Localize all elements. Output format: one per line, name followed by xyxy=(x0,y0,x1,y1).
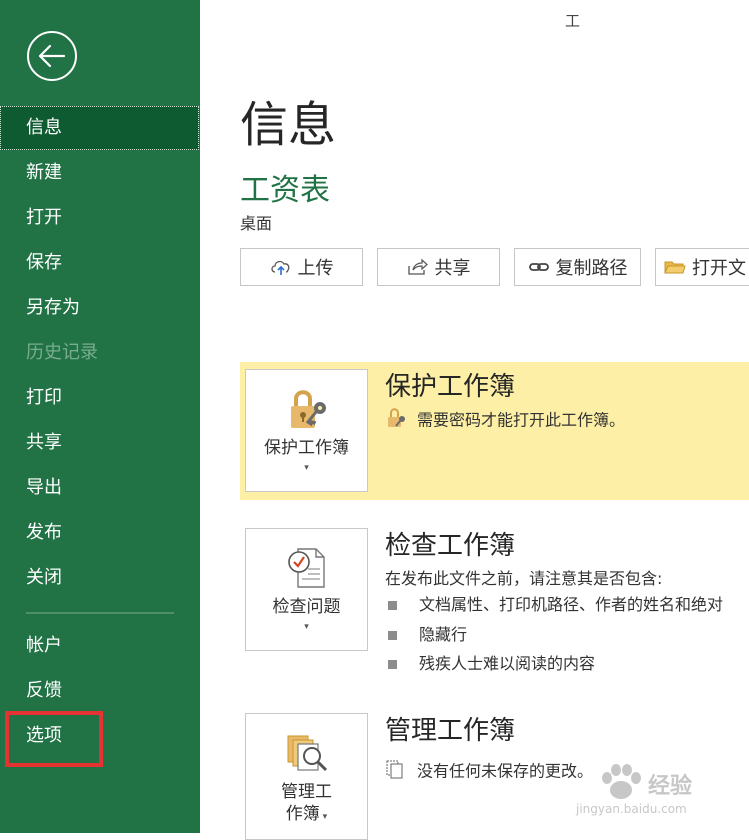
inspect-document-icon xyxy=(284,544,330,592)
sidebar-item-new[interactable]: 新建 xyxy=(0,151,200,195)
back-button[interactable] xyxy=(27,31,77,81)
watermark-subtext: jingyan.baidu.com xyxy=(576,802,687,816)
open-folder-label: 打开文 xyxy=(692,258,746,279)
sidebar-item-close[interactable]: 关闭 xyxy=(0,556,200,600)
protect-workbook-description: 需要密码才能打开此工作簿。 xyxy=(385,407,625,435)
sidebar-item-print[interactable]: 打印 xyxy=(0,376,200,420)
watermark-text: 经验 xyxy=(648,774,693,799)
sidebar-item-info[interactable]: 信息 xyxy=(0,106,199,150)
list-item: 残疾人士难以阅读的内容 xyxy=(388,653,595,675)
sidebar-item-publish[interactable]: 发布 xyxy=(0,511,200,555)
link-icon xyxy=(528,258,550,276)
options-highlight-box xyxy=(5,711,103,767)
list-item-text: 残疾人士难以阅读的内容 xyxy=(419,654,596,673)
sidebar-divider xyxy=(26,612,174,614)
file-location: 桌面 xyxy=(240,214,273,233)
paw-logo-icon xyxy=(602,764,641,799)
sidebar-item-open[interactable]: 打开 xyxy=(0,196,200,240)
list-item-text: 隐藏行 xyxy=(419,625,468,644)
list-item-text: 文档属性、打印机路径、作者的姓名和绝对 xyxy=(419,595,724,614)
manage-workbook-title: 管理工作簿 xyxy=(385,716,516,746)
bullet-icon xyxy=(388,631,397,640)
copy-path-button[interactable]: 复制路径 xyxy=(514,248,641,286)
page-title: 信息 xyxy=(240,97,337,153)
manage-label-line2: 作簿 xyxy=(285,804,320,824)
chevron-down-icon: ▾ xyxy=(304,622,309,632)
share-label: 共享 xyxy=(434,258,471,279)
sidebar-item-history: 历史记录 xyxy=(26,342,98,363)
inspect-workbook-description: 在发布此文件之前，请注意其是否包含: xyxy=(385,569,663,588)
sidebar-item-save-as[interactable]: 另存为 xyxy=(0,286,200,330)
upload-button[interactable]: 上传 xyxy=(240,248,363,286)
sidebar-item-export[interactable]: 导出 xyxy=(0,466,200,510)
protect-workbook-button[interactable]: 保护工作簿 ▾ xyxy=(245,369,368,492)
copy-path-label: 复制路径 xyxy=(555,258,628,279)
upload-label: 上传 xyxy=(297,258,334,279)
list-item: 文档属性、打印机路径、作者的姓名和绝对 xyxy=(388,594,723,616)
sidebar-item-share[interactable]: 共享 xyxy=(0,421,200,465)
share-button[interactable]: 共享 xyxy=(377,248,500,286)
manage-description-text: 没有任何未保存的更改。 xyxy=(417,761,594,781)
document-stack-icon xyxy=(385,758,407,786)
sidebar-item-account[interactable]: 帐户 xyxy=(0,624,200,668)
protect-workbook-button-label: 保护工作簿 xyxy=(264,438,349,458)
inspect-workbook-title: 检查工作簿 xyxy=(385,531,516,561)
sidebar-item-save[interactable]: 保存 xyxy=(0,241,200,285)
sidebar: 信息 新建 打开 保存 另存为 历史记录 打印 共享 导出 发布 关闭 帐户 反… xyxy=(0,0,200,833)
manage-workbook-button[interactable]: 管理工 作簿 ▾ xyxy=(245,713,368,840)
check-for-issues-button[interactable]: 检查问题 ▾ xyxy=(245,528,368,651)
manage-workbook-description: 没有任何未保存的更改。 xyxy=(385,758,593,786)
protect-description-text: 需要密码才能打开此工作簿。 xyxy=(417,410,626,430)
file-name: 工资表 xyxy=(240,173,330,208)
manage-versions-icon xyxy=(284,729,330,777)
main-panel: 信息 工资表 桌面 上传 共享 复制路径 打开文 保护工作簿 ▾ 保护工作簿 需… xyxy=(200,0,749,840)
back-arrow-icon xyxy=(38,44,66,68)
sidebar-item-feedback[interactable]: 反馈 xyxy=(0,669,200,713)
small-lock-icon xyxy=(385,407,407,435)
bullet-icon xyxy=(388,660,397,669)
open-folder-button[interactable]: 打开文 xyxy=(655,248,749,286)
cloud-upload-icon xyxy=(270,258,292,276)
chevron-down-icon: ▾ xyxy=(304,463,309,473)
list-item: 隐藏行 xyxy=(388,624,467,646)
check-for-issues-button-label: 检查问题 xyxy=(272,597,341,617)
folder-icon xyxy=(664,258,686,276)
inspect-workbook-section: 检查问题 ▾ 检查工作簿 在发布此文件之前，请注意其是否包含: 文档属性、打印机… xyxy=(240,521,749,691)
watermark: 经验 jingyan.baidu.com xyxy=(576,760,742,830)
chevron-down-icon: ▾ xyxy=(319,812,328,822)
manage-workbook-button-label: 管理工 作簿 ▾ xyxy=(281,781,332,828)
share-icon xyxy=(407,258,429,276)
lock-key-icon xyxy=(284,385,330,433)
bullet-icon xyxy=(388,601,397,610)
protect-workbook-title: 保护工作簿 xyxy=(385,372,516,402)
protect-workbook-section: 保护工作簿 ▾ 保护工作簿 需要密码才能打开此工作簿。 xyxy=(240,362,749,500)
manage-label-line1: 管理工 xyxy=(281,782,332,802)
